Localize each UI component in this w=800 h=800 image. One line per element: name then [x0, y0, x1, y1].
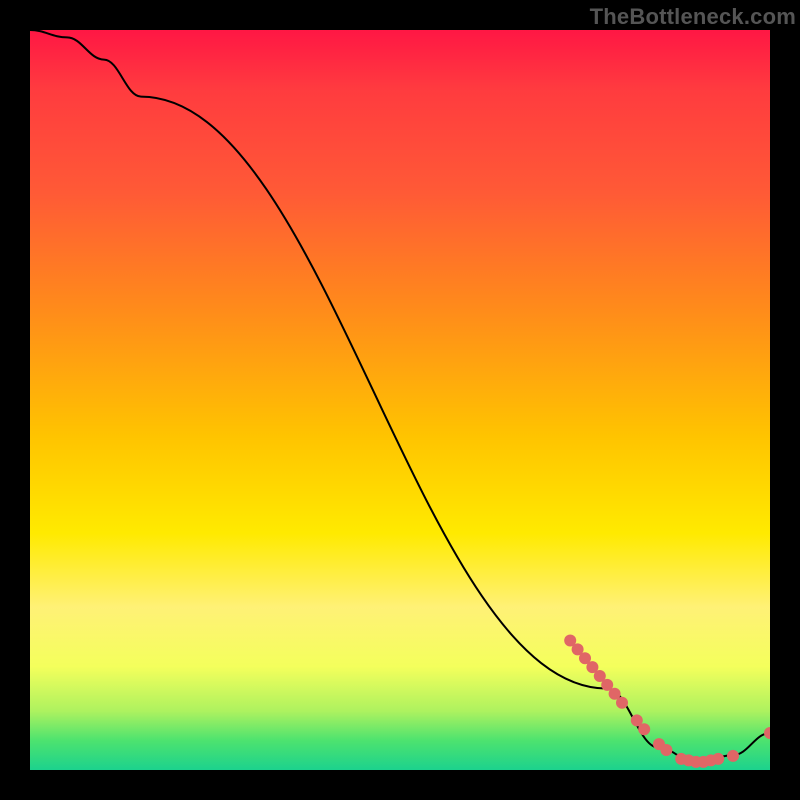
plot-area	[30, 30, 770, 770]
marker-point	[660, 744, 672, 756]
chart-overlay	[30, 30, 770, 770]
marker-point	[764, 727, 770, 739]
marker-point	[638, 723, 650, 735]
marker-point	[712, 753, 724, 765]
marker-point	[616, 697, 628, 709]
marker-group	[564, 635, 770, 768]
marker-point	[727, 750, 739, 762]
bottleneck-curve	[30, 30, 770, 763]
chart-frame: TheBottleneck.com	[0, 0, 800, 800]
watermark-text: TheBottleneck.com	[590, 4, 796, 30]
